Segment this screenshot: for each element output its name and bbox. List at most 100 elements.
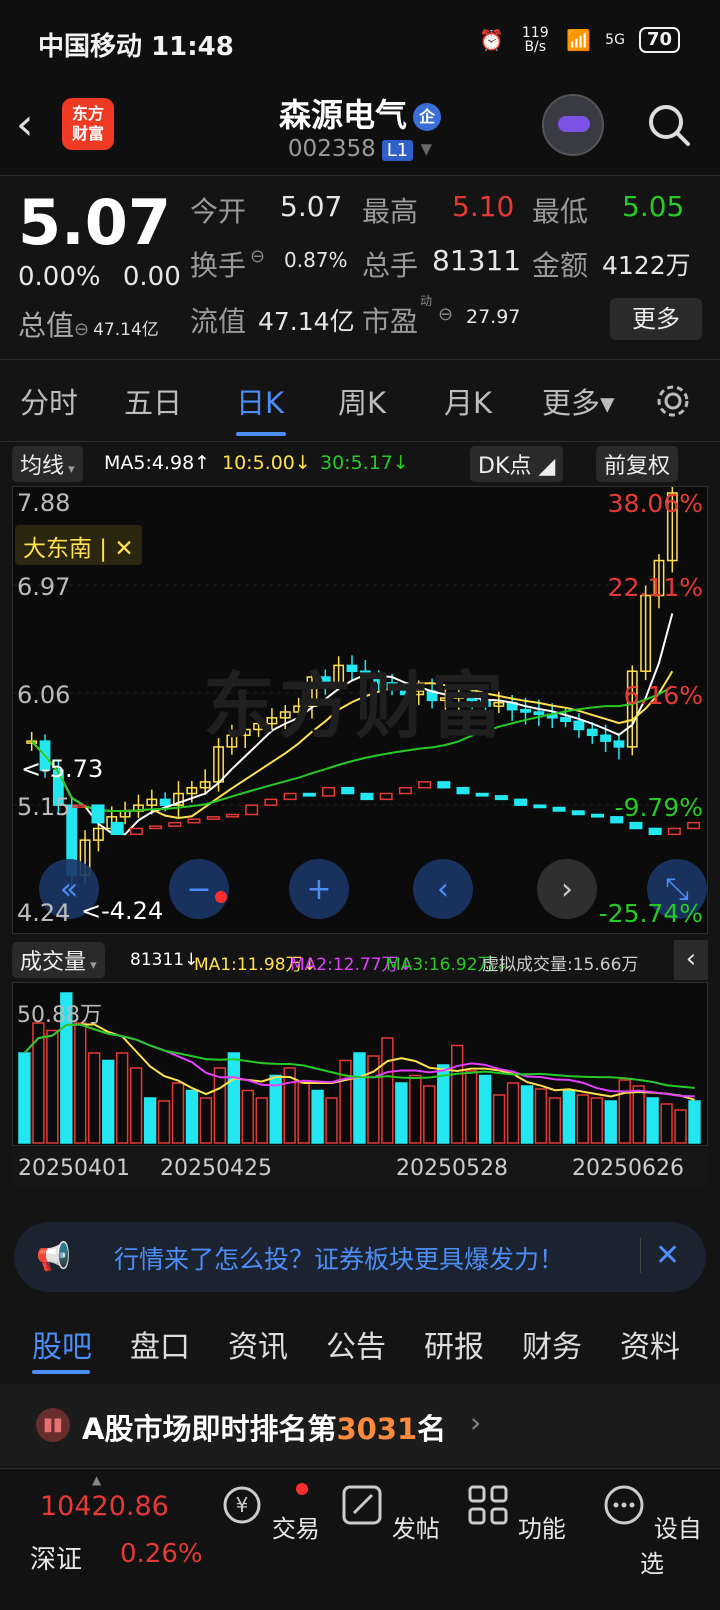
tab-more[interactable]: 更多▾ <box>542 380 615 422</box>
volume-bar <box>674 1109 687 1144</box>
candle <box>626 665 638 756</box>
tab-news[interactable]: 资讯 <box>228 1322 288 1366</box>
dk-point-button[interactable]: DK点 ◢ <box>470 446 564 482</box>
nav-trade[interactable]: ¥ 交易 <box>220 1483 320 1544</box>
volume-bar <box>646 1097 659 1144</box>
nav-add-watchlist[interactable]: 设自选 <box>602 1483 702 1579</box>
volume-bar <box>88 1052 101 1144</box>
tab-five-day[interactable]: 五日 <box>124 380 182 422</box>
volume-bar <box>325 1097 338 1144</box>
float-value: 47.14亿 <box>258 307 355 336</box>
volume-bar <box>255 1097 268 1144</box>
volume-bar <box>548 1097 562 1144</box>
volume-bar <box>450 1044 464 1144</box>
candle-secondary <box>379 792 393 801</box>
volume-bar <box>143 1097 157 1144</box>
tab-guba[interactable]: 股吧 <box>32 1322 92 1366</box>
ma5-value: MA5:4.98↑ <box>104 452 211 474</box>
volume-bar <box>297 1082 310 1144</box>
ma30-value: 30:5.17↓ <box>320 452 409 474</box>
promo-banner[interactable]: 📢 行情来了怎么投？证券板块更具爆发力！ ✕ <box>14 1222 706 1292</box>
volume-bar <box>129 1067 143 1144</box>
volume-indicator-select[interactable]: 成交量 ▾ <box>12 942 105 978</box>
svg-text:‹: ‹ <box>437 872 449 907</box>
date-tick: 20250401 <box>18 1156 130 1181</box>
settings-gear-icon[interactable] <box>654 382 692 420</box>
y-tick: 4.24 <box>17 899 71 927</box>
tab-research[interactable]: 研报 <box>424 1322 484 1366</box>
volume-bar <box>213 1067 227 1144</box>
stock-code[interactable]: 002358 L1 ▾ <box>0 136 720 162</box>
volume-max-label: 50.88万 <box>17 1003 102 1028</box>
candle-secondary <box>168 821 182 827</box>
robot-assistant-icon[interactable] <box>542 94 604 156</box>
banner-close-icon[interactable]: ✕ <box>640 1238 680 1273</box>
candle-secondary <box>687 821 701 830</box>
candle-secondary <box>590 813 605 818</box>
search-icon[interactable] <box>646 102 692 148</box>
adjust-button[interactable]: 前复权 <box>596 446 679 482</box>
svg-text:−: − <box>186 872 211 907</box>
volume-bar <box>688 1100 701 1144</box>
index-name[interactable]: 深证 <box>30 1539 82 1576</box>
index-pct: 0.26% <box>120 1539 203 1569</box>
tab-pankou[interactable]: 盘口 <box>130 1322 190 1366</box>
svg-text:¥: ¥ <box>236 1493 249 1517</box>
chart-control-button[interactable]: › <box>537 859 597 919</box>
tab-weekly-k[interactable]: 周K <box>338 380 386 422</box>
volume-bar <box>590 1097 603 1144</box>
chart-control-button[interactable]: − <box>169 859 229 919</box>
more-button[interactable]: 更多 <box>610 298 702 340</box>
pct-tick: -25.74% <box>598 899 703 928</box>
volume-bar <box>534 1088 548 1144</box>
candle-secondary <box>129 827 143 836</box>
volume-bar <box>423 1085 436 1144</box>
volume-bar <box>353 1052 366 1144</box>
volume-bar <box>311 1089 324 1144</box>
collapse-panel-button[interactable]: ‹ <box>674 940 708 980</box>
chevron-right-icon: › <box>470 1406 482 1439</box>
info-tabs: 股吧 盘口 资讯 公告 研报 财务 资料 <box>0 1300 720 1382</box>
candle-secondary <box>302 792 316 797</box>
nav-post[interactable]: 发帖 <box>340 1483 440 1544</box>
y-tick: 7.88 <box>17 489 71 517</box>
index-value[interactable]: 10420.86 <box>40 1491 169 1522</box>
high-marker: <-5.73 <box>21 755 104 783</box>
market-rank[interactable]: ▮▮ A股市场即时排名第3031名 › <box>0 1384 720 1466</box>
kline-chart[interactable]: «− + ‹ › ⤡ 东方财富 7.88 6.97 6.06 5.15 4.24 38.… <box>12 486 708 934</box>
svg-text:+: + <box>306 872 331 907</box>
nav-functions[interactable]: 功能 <box>466 1483 566 1544</box>
pct-tick: 6.16% <box>623 681 703 710</box>
volume-bar <box>604 1100 617 1144</box>
tag-close-icon[interactable]: ✕ <box>114 536 133 562</box>
banner-text[interactable]: 行情来了怎么投？证券板块更具爆发力！ <box>114 1240 564 1276</box>
date-tick: 20250425 <box>160 1156 272 1181</box>
turnover-value: 0.87% <box>284 248 348 272</box>
tab-monthly-k[interactable]: 月K <box>444 380 492 422</box>
tab-finance[interactable]: 财务 <box>522 1322 582 1366</box>
volume-bar <box>506 1082 520 1144</box>
stock-tag[interactable]: 大东南 | ✕ <box>15 525 142 565</box>
volume-bar <box>199 1097 213 1144</box>
yen-cycle-icon: ¥ <box>223 1486 261 1524</box>
notification-dot <box>296 1483 308 1495</box>
volume-value: 81311 <box>432 244 522 277</box>
volume-bar <box>227 1052 241 1144</box>
volume-header: 成交量 ▾ 81311↓ MA1:11.98万↓ MA2:12.77万↓ MA3… <box>12 940 708 980</box>
volume-bar <box>46 1029 59 1144</box>
candle <box>133 794 144 818</box>
current-price: 5.07 <box>18 186 171 259</box>
date-axis: 20250401 20250425 20250528 20250626 <box>12 1148 708 1188</box>
chart-control-button[interactable]: + <box>289 859 349 919</box>
volume-bar <box>171 1082 185 1144</box>
tab-intraday[interactable]: 分时 <box>20 380 78 422</box>
candle-secondary <box>418 781 432 789</box>
tab-profile[interactable]: 资料 <box>620 1322 680 1366</box>
volume-bar <box>395 1082 408 1144</box>
indicator-select[interactable]: 均线 ▾ <box>12 446 83 482</box>
pct-tick: 22.11% <box>607 573 703 602</box>
tab-daily-k[interactable]: 日K <box>236 380 284 422</box>
volume-chart[interactable]: 50.88万 <box>12 982 708 1146</box>
chart-control-button[interactable]: ‹ <box>413 859 473 919</box>
tab-announce[interactable]: 公告 <box>326 1322 386 1366</box>
